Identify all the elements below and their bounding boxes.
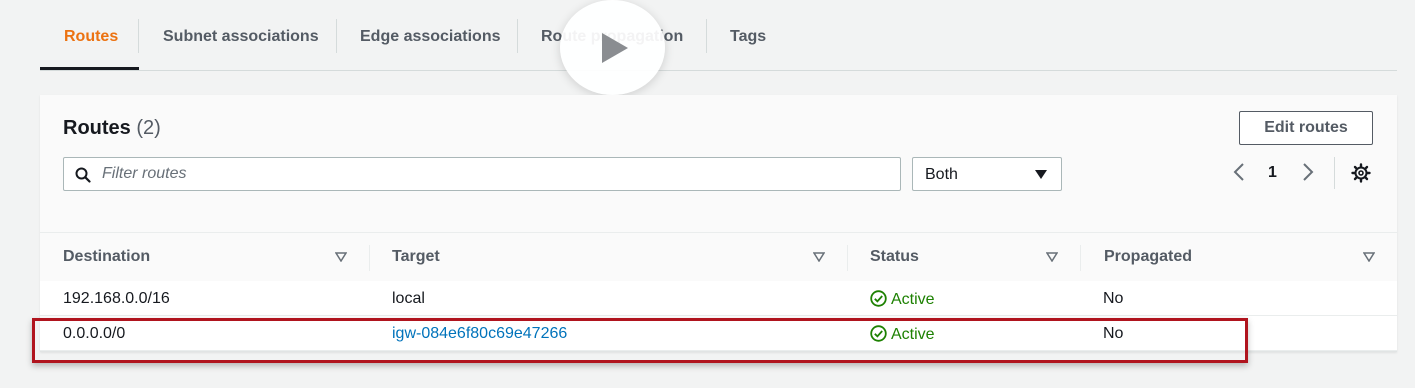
target-cell: local (392, 290, 425, 307)
sort-icon[interactable] (1363, 252, 1375, 262)
current-page[interactable]: 1 (1268, 164, 1277, 182)
column-divider (369, 245, 370, 271)
tab-routes[interactable]: Routes (64, 0, 118, 70)
chevron-left-icon[interactable] (1233, 162, 1245, 182)
routes-panel: Routes (2) Edit routes Both 1 Destinatio… (40, 95, 1397, 352)
filter-type-value: Both (925, 166, 958, 183)
status-cell: Active (870, 325, 935, 344)
tab-divider (706, 19, 707, 53)
internet-gateway-link[interactable]: igw-084e6f80c69e47266 (392, 325, 567, 343)
tab-divider (138, 19, 139, 53)
sort-icon[interactable] (1046, 252, 1058, 262)
active-tab-indicator (40, 67, 139, 70)
route-count: (2) (136, 117, 161, 139)
search-icon (75, 167, 91, 183)
filter-box (63, 157, 901, 191)
check-circle-icon (870, 290, 887, 307)
panel-title: Routes (2) (63, 117, 161, 140)
destination-cell: 192.168.0.0/16 (63, 290, 170, 307)
video-play-button[interactable] (560, 0, 665, 95)
destination-cell: 0.0.0.0/0 (63, 325, 126, 342)
status-text: Active (891, 291, 935, 308)
tab-bar: Routes Subnet associations Edge associat… (40, 0, 1397, 71)
tab-divider (517, 19, 518, 53)
table-row[interactable]: 0.0.0.0/0 igw-084e6f80c69e47266 Active N… (40, 316, 1397, 351)
edit-routes-button[interactable]: Edit routes (1239, 111, 1373, 145)
column-header-target[interactable]: Target (392, 248, 440, 266)
column-header-propagated[interactable]: Propagated (1104, 248, 1192, 266)
pager-divider (1334, 157, 1335, 189)
settings-gear-icon[interactable] (1351, 163, 1371, 183)
propagated-cell: No (1103, 290, 1124, 307)
tab-divider (336, 19, 337, 53)
table-header: Destination Target Status Propagated (40, 232, 1397, 282)
panel-title-text: Routes (63, 117, 131, 139)
check-circle-icon (870, 325, 887, 342)
column-header-destination[interactable]: Destination (63, 248, 150, 266)
chevron-right-icon[interactable] (1302, 162, 1314, 182)
tab-edge-associations[interactable]: Edge associations (360, 0, 501, 70)
tab-subnet-associations[interactable]: Subnet associations (163, 0, 319, 70)
status-text: Active (891, 326, 935, 343)
status-cell: Active (870, 290, 935, 309)
play-icon (602, 33, 628, 63)
sort-icon[interactable] (335, 252, 347, 262)
table-row[interactable]: 192.168.0.0/16 local Active No (40, 281, 1397, 316)
column-header-status[interactable]: Status (870, 248, 919, 266)
caret-down-icon (1035, 170, 1047, 179)
column-divider (1080, 245, 1081, 271)
tab-tags[interactable]: Tags (730, 0, 766, 70)
filter-type-select[interactable]: Both (912, 157, 1062, 191)
sort-icon[interactable] (813, 252, 825, 262)
propagated-cell: No (1103, 325, 1124, 342)
filter-routes-input[interactable] (102, 158, 882, 190)
column-divider (847, 245, 848, 271)
